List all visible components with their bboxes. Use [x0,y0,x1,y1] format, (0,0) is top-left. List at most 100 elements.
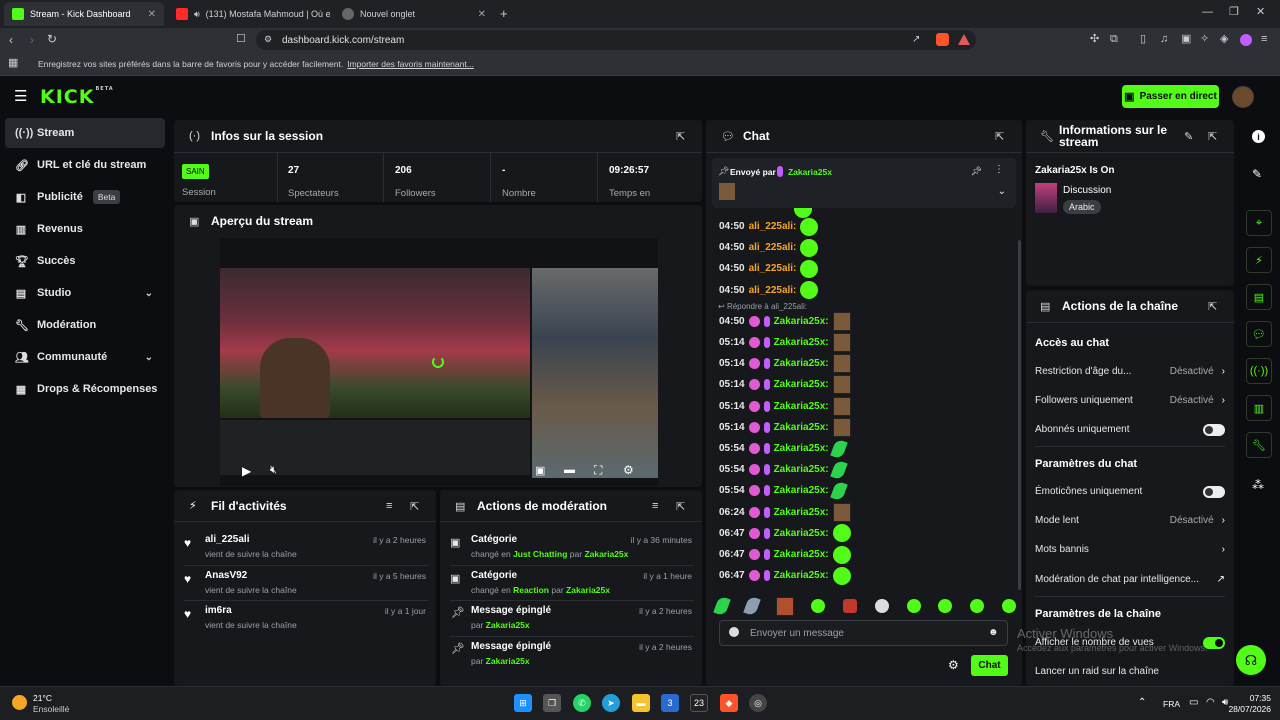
rail-lightning-icon[interactable]: ⚡︎ [1246,247,1272,273]
age-restriction-row[interactable]: Restriction d'âge du... Désactivé › [1035,357,1225,386]
forward-icon[interactable]: › [30,34,34,46]
rail-document-icon[interactable]: ▤ [1246,284,1272,310]
more-options-icon[interactable]: ⋮ [994,164,1004,175]
chat-message[interactable]: 06:47 Zakaria25x: [719,523,851,544]
slow-mode-row[interactable]: Mode lent Désactivé › [1035,506,1225,535]
chat-message[interactable]: 05:54 Zakaria25x: [719,480,848,502]
rail-wrench-icon[interactable]: 🔧︎ [1246,432,1272,458]
close-window-icon[interactable]: ✕ [1256,7,1265,18]
chat-username[interactable]: ali_225ali: [749,221,797,232]
chat-message[interactable]: 04:50 ali_225ali: [719,258,819,279]
chat-message[interactable]: 04:50 ali_225ali: [719,237,819,258]
clock-date[interactable]: 28/07/2026 [1220,704,1271,714]
brave-browser-icon[interactable]: ◆ [720,694,738,712]
banned-words-row[interactable]: Mots bannis › [1035,535,1225,564]
clock-time[interactable]: 07:35 [1229,693,1271,703]
sidebar-item-drops[interactable]: ▦ Drops & Récompenses [5,374,165,404]
leo-icon[interactable]: ✧ [1200,34,1209,45]
user-avatar[interactable] [1232,86,1254,108]
sidebar-toggle-icon[interactable]: ▯ [1140,34,1146,45]
chat-message[interactable]: 05:14 Zakaria25x: [719,396,851,417]
app-3-icon[interactable]: 3 [661,694,679,712]
chat-username[interactable]: Zakaria25x: [774,358,829,369]
pin-icon[interactable]: 📌︎ [971,166,982,177]
sidebar-item-revenue[interactable]: ▥ Revenus [5,214,165,244]
globe-emote-icon[interactable] [938,599,953,613]
leaf-emote-icon[interactable] [713,595,731,617]
chat-username[interactable]: Zakaria25x: [774,401,829,412]
tab-youtube[interactable]: 🔊︎ (131) Mostafa Mahmoud | Où est ✕ [168,2,330,26]
chat-message[interactable]: 04:50 ali_225ali: [719,280,819,301]
sidebar-item-studio[interactable]: ▤ Studio ⌄ [5,278,165,308]
stream-video[interactable] [220,238,658,486]
theater-icon[interactable]: ▬ [564,464,575,476]
grin-emote-icon[interactable] [906,599,921,613]
info-icon[interactable]: i [1252,130,1265,143]
kick-logo[interactable]: KICKBETA [40,86,114,108]
chat-message[interactable]: 05:14 Zakaria25x: [719,353,851,374]
chat-username[interactable]: Zakaria25x: [774,316,829,327]
bookmark-icon[interactable]: ☐ [236,34,246,45]
profile-icon[interactable] [1240,34,1252,46]
chat-username[interactable]: Zakaria25x: [774,485,829,496]
mute-icon[interactable]: 🔇︎ [270,464,277,477]
ball-emote-icon[interactable] [874,599,889,613]
sidebar-item-ads[interactable]: ◧ Publicité Beta [5,182,165,212]
popout-icon[interactable]: ⇱ [995,130,1004,143]
pinned-message[interactable]: 📌︎ Envoyé par Zakaria25x 📌︎ ⋮ ⌄ [712,158,1016,208]
chat-username[interactable]: ali_225ali: [749,263,797,274]
chat-username[interactable]: ali_225ali: [749,285,797,296]
category-thumbnail[interactable] [1035,183,1057,213]
chat-message[interactable]: 05:14 Zakaria25x: [719,417,851,438]
whatsapp-icon[interactable]: ✆ [573,694,591,712]
chat-message[interactable]: 05:54 Zakaria25x: [719,437,848,460]
screenshot-icon[interactable]: ⧉ [1110,34,1118,45]
play-icon[interactable]: ▶ [242,464,251,478]
emote-icon[interactable] [775,596,794,616]
media-icon[interactable]: ♫ [1160,34,1168,45]
chat-username[interactable]: ali_225ali: [749,242,797,253]
fullscreen-icon[interactable]: ⛶ [594,463,602,478]
chat-username[interactable]: Zakaria25x: [774,337,829,348]
sidebar-item-achievements[interactable]: 🏆︎ Succès [5,246,165,276]
chat-scrollbar[interactable] [1018,240,1021,590]
rail-chat-icon[interactable]: 💬︎ [1246,321,1272,347]
rail-screenshot-icon[interactable]: ⌖ [1246,210,1272,236]
chat-username[interactable]: Zakaria25x: [774,464,829,475]
extensions-icon[interactable]: ✣ [1090,34,1099,45]
category-name[interactable]: Discussion [1063,185,1111,196]
menu-icon[interactable]: ≡ [1261,34,1267,45]
windows-start-icon[interactable]: ⊞ [514,694,532,712]
new-tab-icon[interactable]: + [500,7,508,20]
chat-username[interactable]: Zakaria25x: [774,528,829,539]
filter-icon[interactable]: ≡ [652,500,658,512]
popout-icon[interactable]: ⇱ [676,500,685,513]
wink-emote-icon[interactable] [1001,599,1016,613]
import-bookmarks-link[interactable]: Importer des favoris maintenant... [347,59,474,69]
telegram-icon[interactable]: ➤ [602,694,620,712]
site-info-icon[interactable]: ⚙ [264,35,272,44]
tab-new[interactable]: Nouvel onglet ✕ [334,2,494,26]
bird-emote-icon[interactable] [743,595,761,617]
chat-username[interactable]: Zakaria25x: [774,549,829,560]
chat-message[interactable]: 06:47 Zakaria25x: [719,544,851,565]
chat-message[interactable]: 04:50 Zakaria25x: [719,311,851,332]
task-view-icon[interactable]: ❐ [543,694,561,712]
wallet-icon[interactable]: ▣ [1181,34,1191,45]
settings-gear-icon[interactable]: ⚙ [623,463,634,477]
popout-icon[interactable]: ⇱ [1208,130,1217,143]
language-indicator[interactable]: FRA [1163,699,1180,709]
rail-layout-icon[interactable]: ▥ [1246,395,1272,421]
edit-pencil-icon[interactable]: ✎ [1252,167,1262,181]
chat-username[interactable]: Zakaria25x: [774,422,829,433]
user-badge-icon[interactable] [729,627,739,637]
calendar-app-icon[interactable]: 23 [690,694,708,712]
chat-message[interactable]: 04:50 ali_225ali: [719,216,819,237]
subscribers-only-toggle[interactable] [1203,423,1225,436]
back-icon[interactable]: ‹ [9,34,13,46]
wifi-icon[interactable]: ◠ [1206,697,1215,708]
chat-message[interactable]: 05:14 Zakaria25x: [719,374,851,395]
chat-settings-icon[interactable]: ⚙ [948,658,959,672]
sidebar-item-moderation[interactable]: 🔧︎ Modération [5,310,165,340]
sun-weather-icon[interactable] [12,695,27,710]
